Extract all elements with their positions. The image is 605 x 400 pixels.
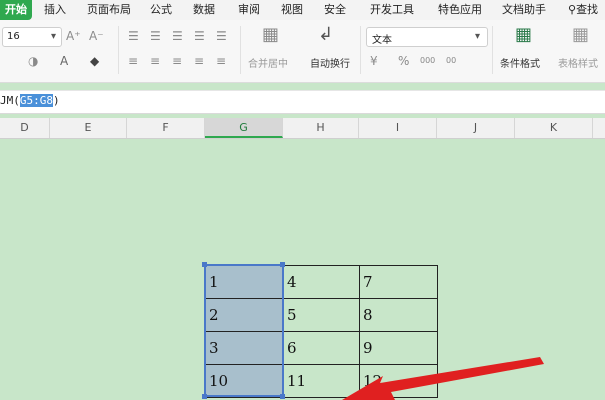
annotation-arrow-icon <box>342 357 544 400</box>
